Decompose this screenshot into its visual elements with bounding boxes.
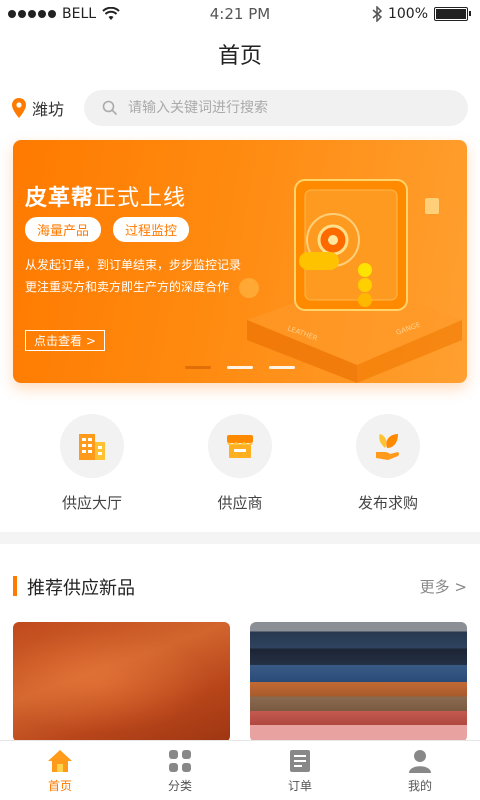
entry-icon-circle [356,414,420,478]
tab-bar: 首页 分类 订单 我的 [0,740,480,800]
battery-icon [434,7,471,21]
banner-title-rest: 正式上线 [94,186,187,211]
carousel-dot[interactable] [269,366,295,369]
promo-banner[interactable]: LEATHER GANGE 皮革帮正式上线 海量产品 过程监控 从发起订单，到订… [13,140,467,383]
quick-entries: 供应大厅 供应商 发布求购 [0,414,480,513]
banner-description: 从发起订单，到订单结束，步步监控记录 更注重买方和卖方即生产方的深度合作 [25,254,265,298]
hand-leaf-icon [376,434,399,460]
entry-icon-circle [208,414,272,478]
banner-chip: 过程监控 [113,217,190,242]
more-link[interactable]: 更多 > [420,576,467,597]
banner-title: 皮革帮正式上线 [25,180,186,212]
search-input[interactable] [128,100,428,116]
banner-desc-line: 从发起订单，到订单结束，步步监控记录 [25,258,242,272]
banner-desc-line: 更注重买方和卖方即生产方的深度合作 [25,280,230,294]
section-title: 推荐供应新品 [27,578,135,599]
tab-home[interactable]: 首页 [0,741,120,800]
entry-label: 供应大厅 [61,494,122,512]
carousel-dot[interactable] [185,366,211,369]
tab-orders[interactable]: 订单 [240,741,360,800]
entry-icon-circle [60,414,124,478]
carousel-dot[interactable] [227,366,253,369]
location-selector[interactable]: 潍坊 [12,96,64,120]
entry-supply-hall[interactable]: 供应大厅 [32,414,152,513]
page-title: 首页 [217,44,262,69]
tab-label: 首页 [47,779,72,793]
order-icon [290,750,310,772]
tab-label: 订单 [287,779,312,793]
banner-chip: 海量产品 [25,217,102,242]
tab-label: 分类 [167,779,192,793]
building-icon [79,434,105,460]
user-icon [409,750,431,773]
section-divider [0,532,480,544]
location-city: 潍坊 [32,100,65,119]
section-accent-bar [13,576,17,596]
search-bar[interactable] [84,90,468,126]
entry-suppliers[interactable]: 供应商 [180,414,300,513]
bluetooth-icon [372,6,382,22]
tab-label: 我的 [407,779,432,793]
entry-post-request[interactable]: 发布求购 [328,414,448,513]
product-card[interactable] [13,622,230,742]
store-icon [227,435,253,458]
tab-mine[interactable]: 我的 [360,741,480,800]
status-right: 100% [372,6,471,22]
product-card[interactable] [250,622,467,742]
battery-percent: 100% [387,6,428,22]
product-list [13,622,467,742]
section-header: 推荐供应新品 更多 > [13,574,467,599]
location-pin-icon [12,98,26,118]
status-bar: BELL 4:21 PM 100% [0,0,480,28]
tab-category[interactable]: 分类 [120,741,240,800]
banner-title-brand: 皮革帮 [25,186,95,211]
banner-view-button[interactable]: 点击查看 > [25,330,105,351]
home-icon [48,750,72,772]
banner-illustration: LEATHER GANGE [239,179,462,383]
carousel-indicators [185,366,295,369]
search-icon [102,100,118,116]
grid-icon [169,750,191,772]
entry-label: 供应商 [217,494,263,512]
entry-label: 发布求购 [357,494,418,512]
banner-chips: 海量产品 过程监控 [25,217,190,242]
